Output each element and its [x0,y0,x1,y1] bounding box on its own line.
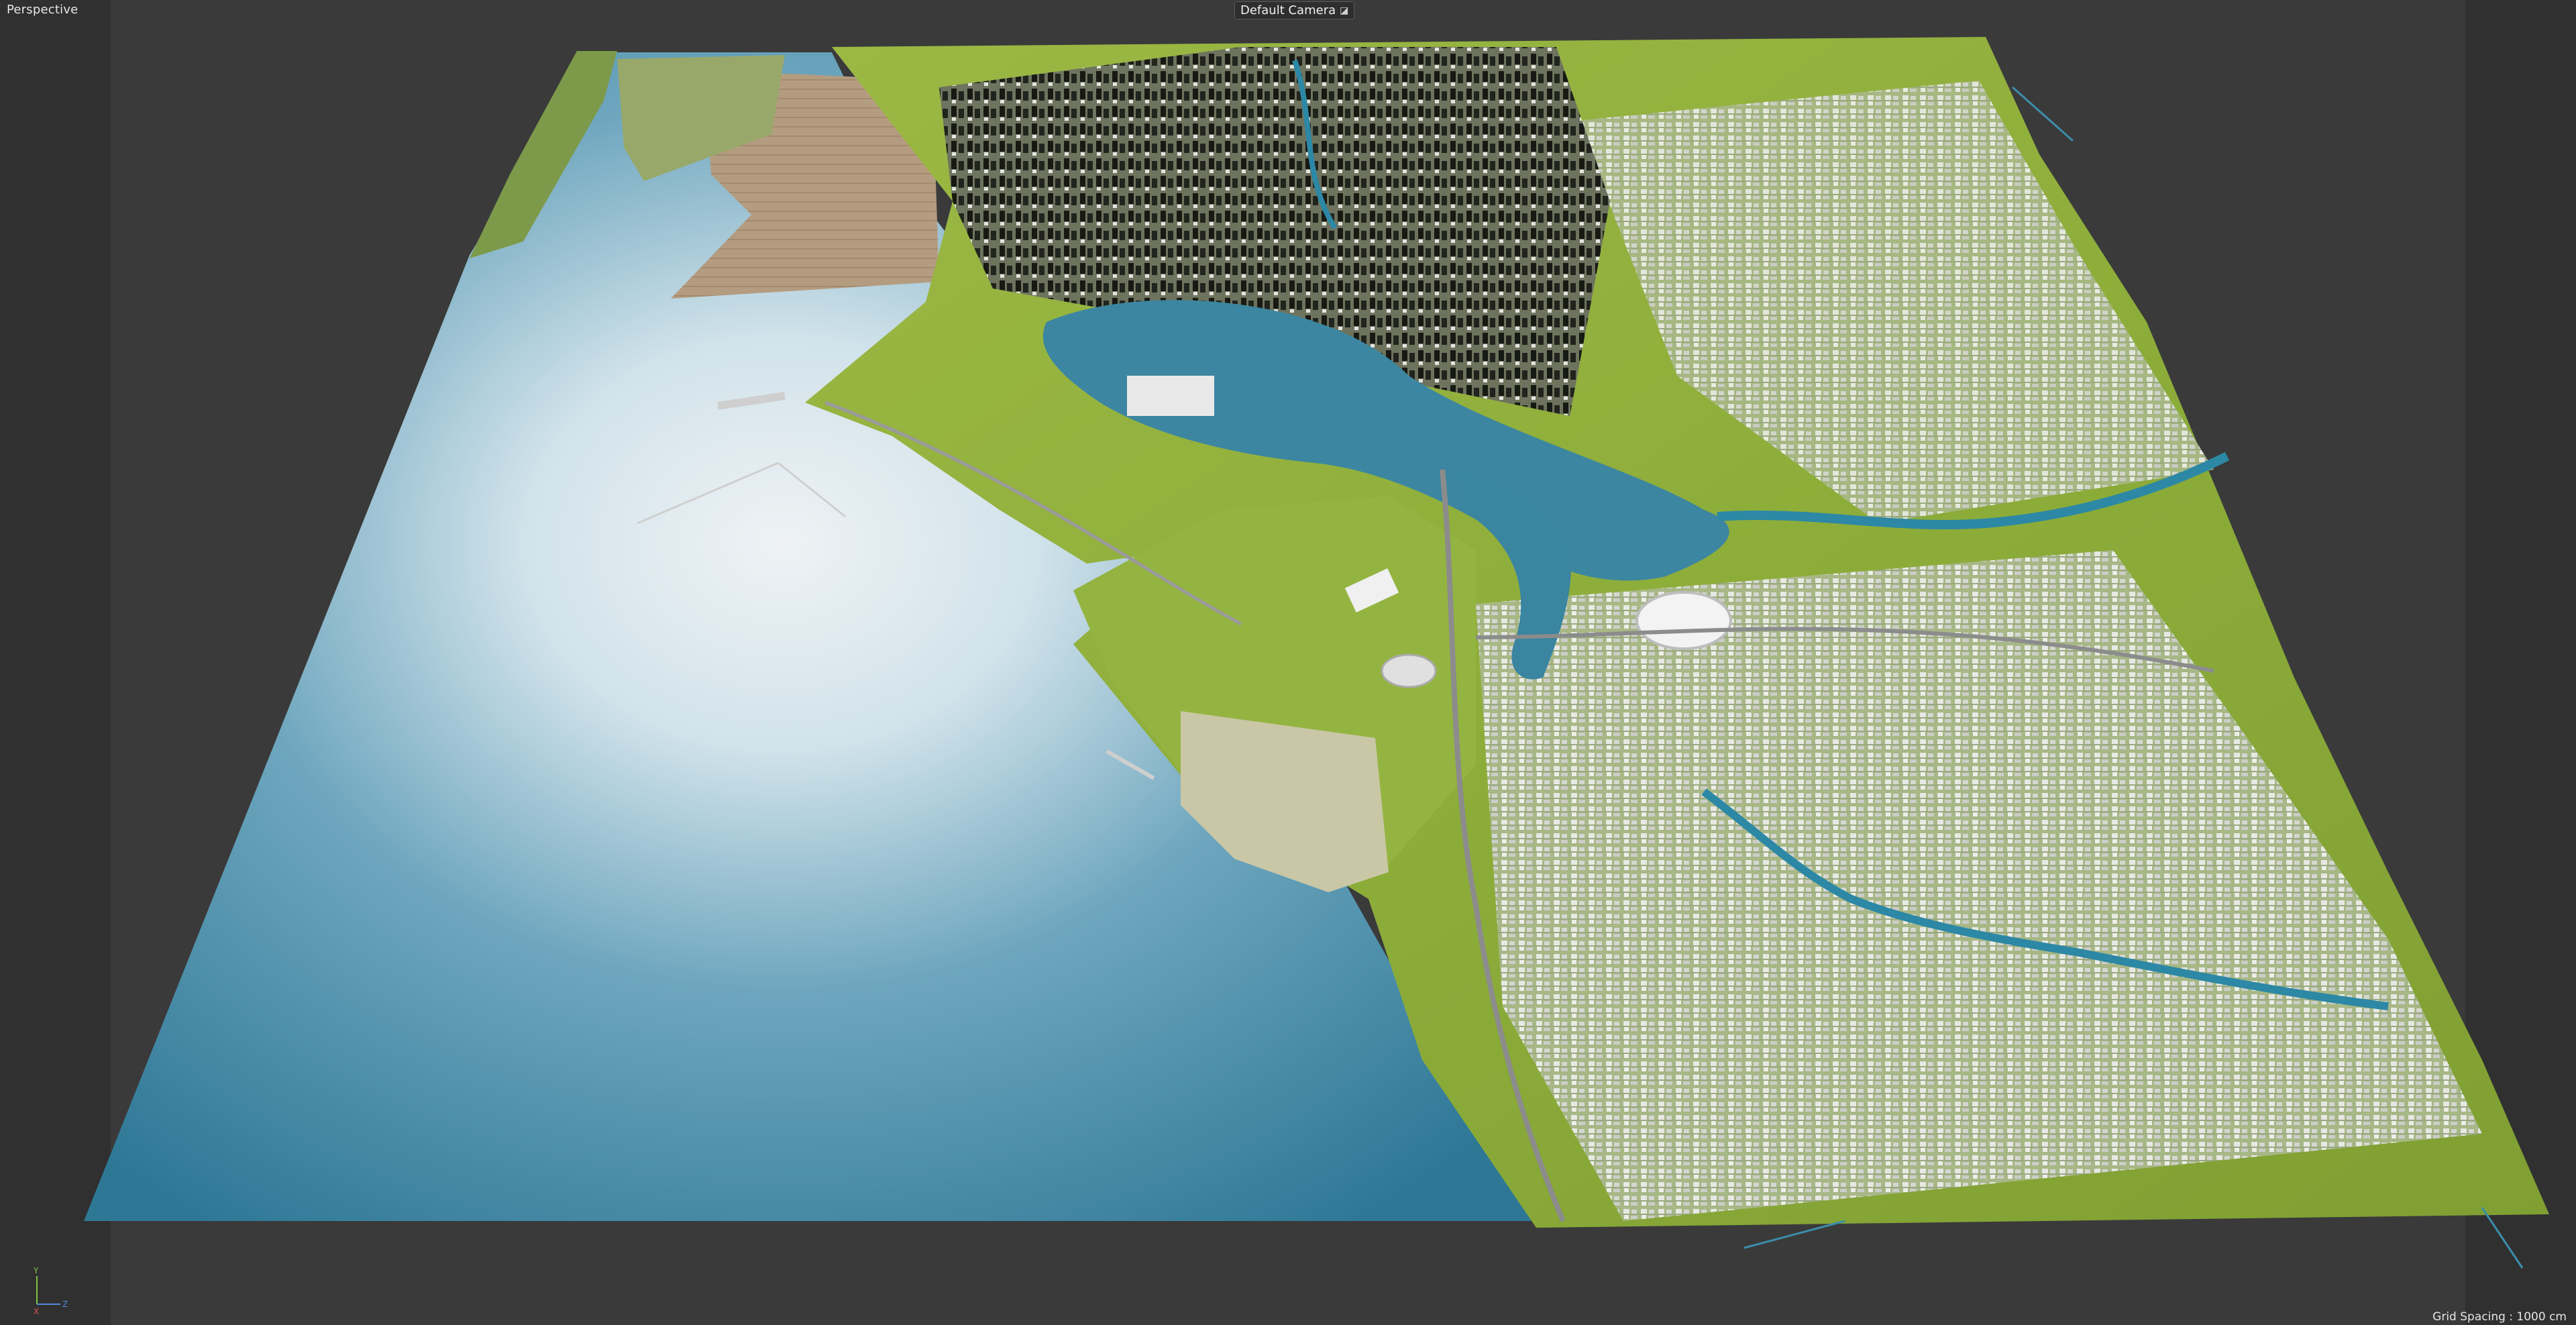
camera-selector[interactable]: Default Camera ◪ [1234,1,1355,19]
marina-sands-block [1127,376,1214,416]
city-district-south [1476,550,2482,1221]
city-model-render[interactable] [0,0,2576,1325]
camera-icon: ◪ [1340,5,1349,16]
z-axis-label: Z [62,1300,68,1309]
stadium-dome [1635,591,1732,650]
edge-line [1743,1220,1845,1249]
3d-viewport[interactable]: Perspective Default Camera ◪ Y Z X Grid … [0,0,2576,1325]
y-axis-label: Y [33,1267,39,1275]
camera-name: Default Camera [1240,3,1336,17]
grid-spacing-label: Grid Spacing : 1000 cm [2432,1310,2567,1324]
view-name-label[interactable]: Perspective [7,3,78,17]
arena [1381,653,1437,688]
edge-line-2 [2481,1207,2524,1269]
axis-gizmo: Y Z X [33,1267,68,1315]
x-axis-label: X [34,1307,39,1315]
